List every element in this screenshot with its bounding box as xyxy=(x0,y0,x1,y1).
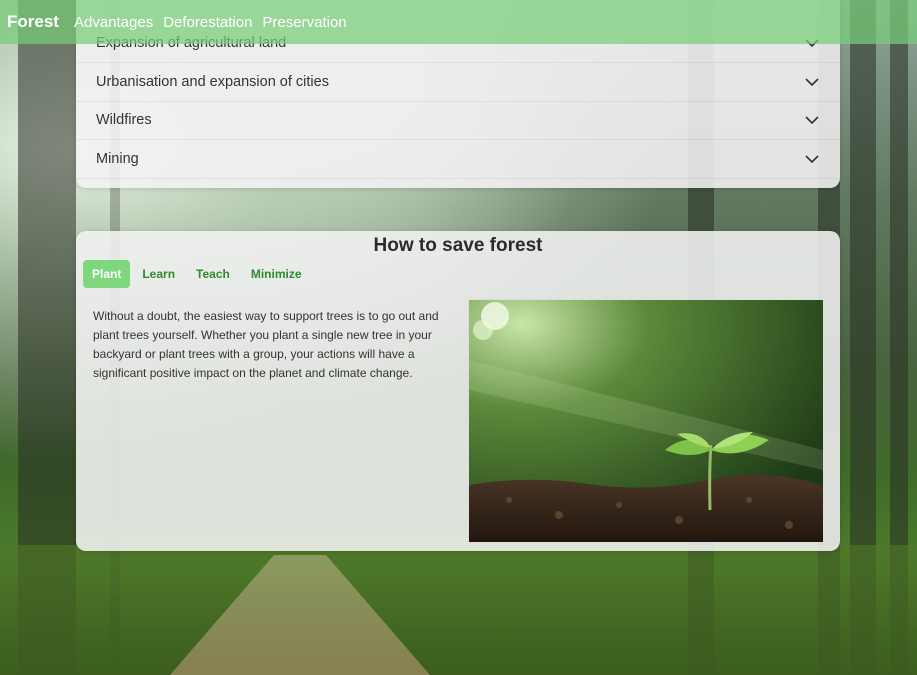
tab-teach[interactable]: Teach xyxy=(187,260,239,288)
accordion-item-label: Urbanisation and expansion of cities xyxy=(96,74,329,90)
nav-link-deforestation[interactable]: Deforestation xyxy=(163,14,252,31)
tab-plant[interactable]: Plant xyxy=(83,260,131,288)
nav-link-advantages[interactable]: Advantages xyxy=(74,14,153,31)
save-forest-card: How to save forest Plant Learn Teach Min… xyxy=(76,231,840,551)
accordion-item-wildfires[interactable]: Wildfires xyxy=(76,101,840,140)
accordion-item-label: Wildfires xyxy=(96,112,152,128)
chevron-down-icon xyxy=(805,116,819,125)
tab-description: Without a doubt, the easiest way to supp… xyxy=(93,309,439,380)
section-title: How to save forest xyxy=(373,235,543,256)
accordion-item-label: Mining xyxy=(96,151,139,167)
tab-minimize[interactable]: Minimize xyxy=(242,260,311,288)
accordion-item-urbanisation[interactable]: Urbanisation and expansion of cities xyxy=(76,63,840,102)
tab-bar: Plant Learn Teach Minimize xyxy=(83,260,314,288)
top-navbar: Forest Advantages Deforestation Preserva… xyxy=(0,0,917,44)
accordion-item-mining[interactable]: Mining xyxy=(76,140,840,179)
brand-logo[interactable]: Forest xyxy=(7,12,59,32)
chevron-down-icon xyxy=(805,78,819,87)
nav-link-preservation[interactable]: Preservation xyxy=(262,14,346,31)
chevron-down-icon xyxy=(805,155,819,164)
tab-learn[interactable]: Learn xyxy=(133,260,184,288)
seedling-image xyxy=(468,299,824,543)
